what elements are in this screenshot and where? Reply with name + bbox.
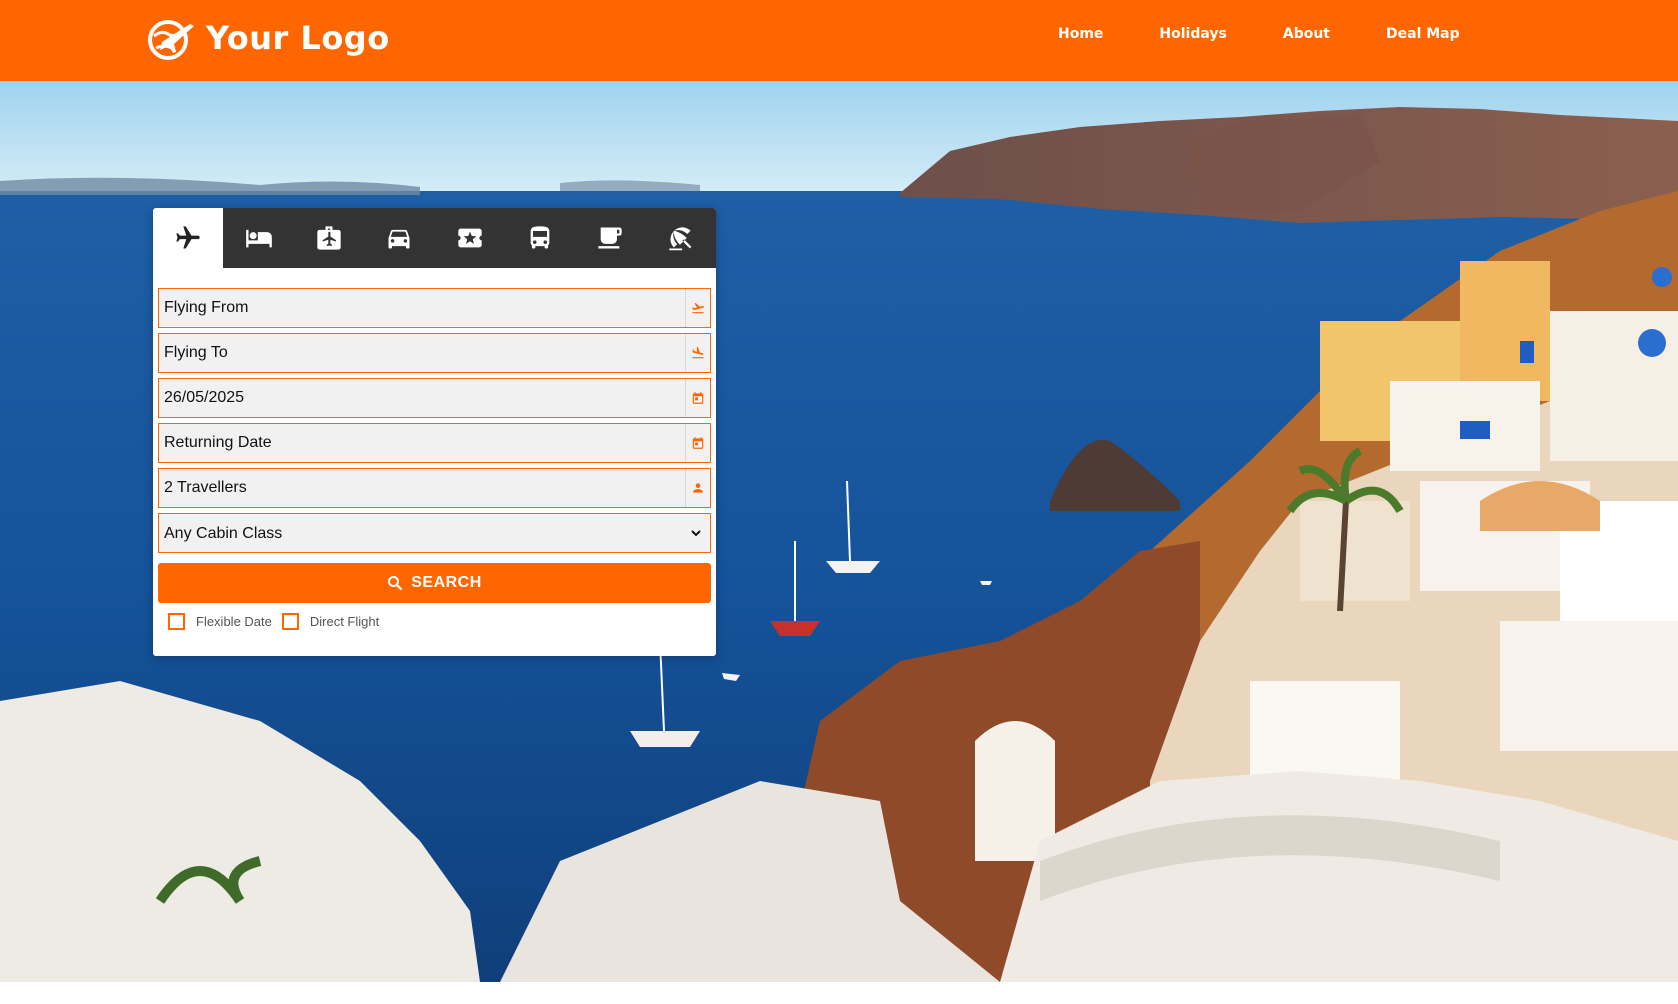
return-date-input[interactable] [159,424,685,462]
flying-to-field [158,333,711,373]
airplane-icon [176,226,200,249]
travellers-field [158,468,711,508]
calendar-icon [685,424,710,462]
nav-home[interactable]: Home [1030,22,1131,46]
cabin-class-select[interactable]: Any Cabin Class [159,514,710,552]
car-icon [388,229,410,249]
search-button[interactable]: SEARCH [158,563,711,603]
calendar-icon [685,379,710,417]
direct-flight-checkbox[interactable]: Direct Flight [281,613,380,630]
depart-date-field [158,378,711,418]
bus-icon [530,226,550,249]
coffee-cup-icon [598,227,623,249]
flying-from-field [158,288,711,328]
search-options: Flexible Date Direct Flight [158,603,711,630]
travellers-input[interactable] [159,469,685,507]
main-nav: Home Holidays About Deal Map [1030,22,1488,46]
nav-deal-map[interactable]: Deal Map [1358,22,1488,46]
flexible-date-label: Flexible Date [196,614,272,629]
flying-to-input[interactable] [159,334,685,372]
nav-holidays[interactable]: Holidays [1131,22,1254,46]
search-button-label: SEARCH [411,574,482,591]
flexible-date-checkbox[interactable]: Flexible Date [168,613,272,630]
direct-flight-label: Direct Flight [309,614,380,629]
site-header: Your Logo Home Holidays About Deal Map [0,0,1678,81]
tab-beach-holidays[interactable] [646,208,716,268]
luggage-airplane-icon [317,226,341,250]
flying-from-input[interactable] [159,289,685,327]
checkbox-box[interactable] [281,613,299,630]
takeoff-icon [685,289,710,327]
ticket-star-icon [458,228,482,248]
tab-cafes[interactable] [575,208,645,268]
person-icon [685,469,710,507]
beach-icon [669,227,692,251]
tab-flights[interactable] [153,208,224,268]
search-form: Any Cabin Class SEARCH Flexible Date Dir… [153,268,716,630]
search-icon [388,576,403,591]
tab-hotels[interactable] [223,208,293,268]
logo[interactable]: Your Logo [144,14,390,62]
checkbox-box[interactable] [168,613,185,630]
landing-icon [685,334,710,372]
globe-airplane-icon [148,20,194,60]
return-date-field [158,423,711,463]
flight-search-widget: Any Cabin Class SEARCH Flexible Date Dir… [153,208,716,656]
tab-flight-hotel[interactable] [294,208,364,268]
depart-date-input[interactable] [159,379,685,417]
bed-icon [245,229,272,248]
search-tabs [153,208,716,268]
tab-cars[interactable] [364,208,434,268]
nav-about[interactable]: About [1255,22,1358,46]
tab-transfers[interactable] [505,208,575,268]
logo-text: Your Logo [206,19,390,57]
tab-activities[interactable] [435,208,505,268]
cabin-class-field: Any Cabin Class [158,513,711,553]
